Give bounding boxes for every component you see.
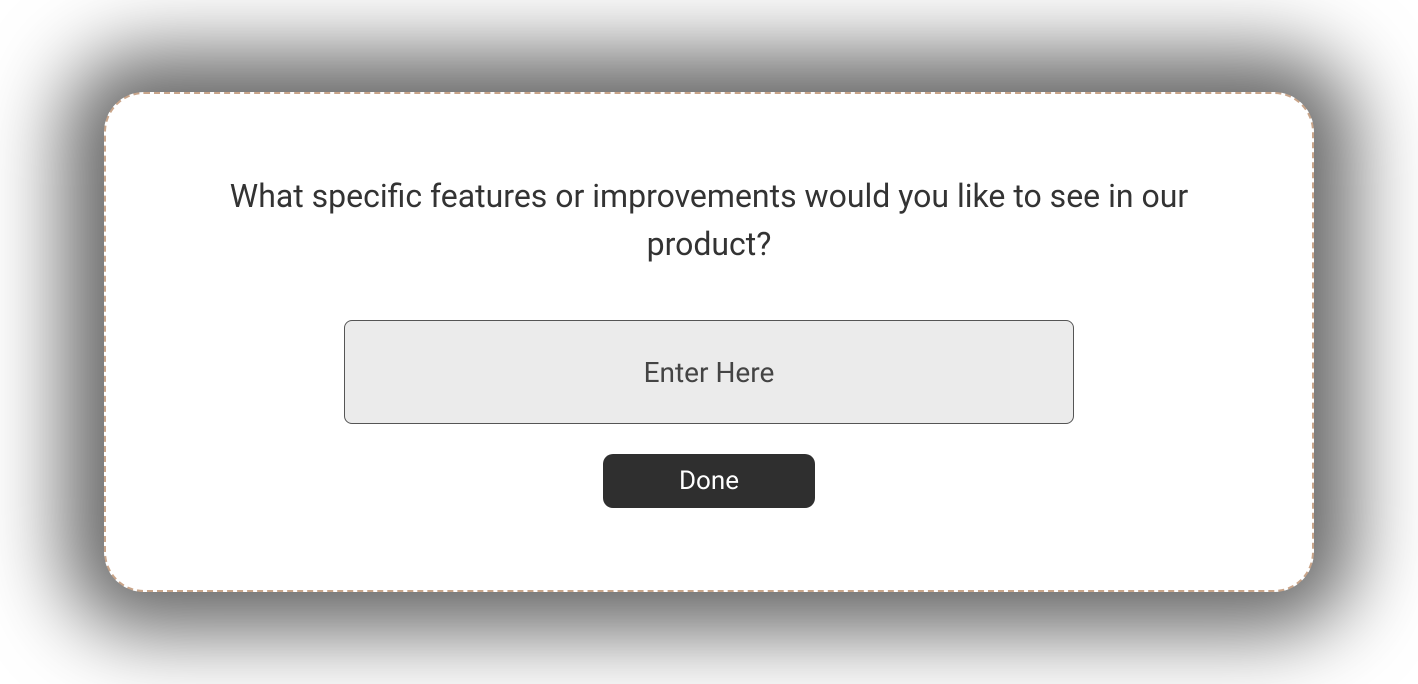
feedback-input[interactable] [344,320,1074,424]
done-button[interactable]: Done [603,454,815,508]
survey-card: What specific features or improvements w… [104,92,1314,592]
survey-question: What specific features or improvements w… [219,172,1199,268]
